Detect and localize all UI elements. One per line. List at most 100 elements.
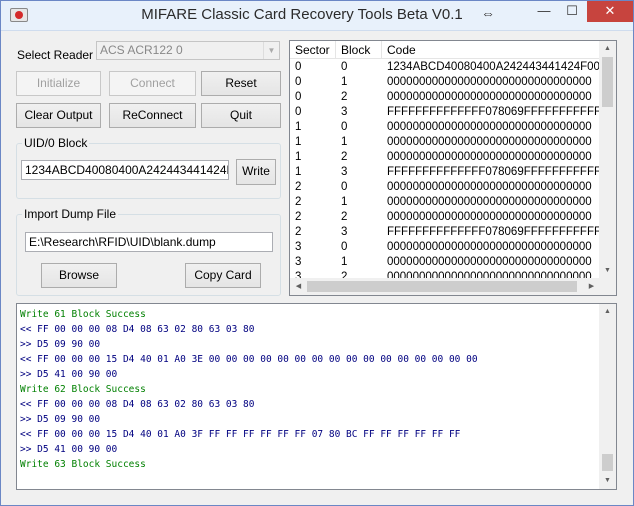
output-vertical-scrollbar[interactable]: ▲ ▼ — [599, 304, 616, 489]
write-button[interactable]: Write — [236, 159, 276, 185]
close-button[interactable]: ✕ — [587, 1, 633, 22]
table-row[interactable]: 2 0 00000000000000000000000000000000 — [290, 180, 600, 195]
chevron-down-icon[interactable]: ▼ — [263, 42, 279, 59]
table-row[interactable]: 0 0 1234ABCD40080400A242443441424F00 — [290, 60, 600, 75]
cell-block: 1 — [341, 76, 348, 88]
scroll-thumb[interactable] — [602, 57, 613, 107]
title-bar: MIFARE Classic Card Recovery Tools Beta … — [1, 1, 633, 31]
copy-card-button[interactable]: Copy Card — [185, 263, 261, 288]
log-line: >> D5 09 90 00 — [20, 414, 101, 425]
scroll-down-icon[interactable]: ▼ — [599, 263, 616, 279]
minimize-button[interactable]: — — [531, 1, 557, 22]
cell-code: 00000000000000000000000000000000 — [387, 181, 592, 193]
scrollbar-corner — [599, 278, 616, 295]
resize-icon[interactable]: ⇔ — [481, 5, 495, 21]
cell-sector: 3 — [295, 241, 302, 253]
table-vertical-scrollbar[interactable]: ▲ ▼ — [599, 41, 616, 279]
table-row[interactable]: 0 2 00000000000000000000000000000000 — [290, 90, 600, 105]
column-header-sector[interactable]: Sector — [290, 41, 336, 59]
cell-sector: 0 — [295, 91, 302, 103]
cell-block: 2 — [341, 211, 348, 223]
cell-block: 1 — [341, 256, 348, 268]
log-line: Write 63 Block Success — [20, 459, 146, 470]
cell-sector: 2 — [295, 211, 302, 223]
table-row[interactable]: 0 3 FFFFFFFFFFFFFF078069FFFFFFFFFFFF — [290, 105, 608, 120]
cell-sector: 2 — [295, 196, 302, 208]
cell-code: 00000000000000000000000000000000 — [387, 196, 592, 208]
table-row[interactable]: 2 1 00000000000000000000000000000000 — [290, 195, 600, 210]
scroll-right-icon[interactable]: ▶ — [583, 278, 600, 295]
table-row[interactable]: 0 1 00000000000000000000000000000000 — [290, 75, 600, 90]
scroll-up-icon[interactable]: ▲ — [599, 304, 616, 320]
dump-path-input[interactable]: E:\Research\RFID\UID\blank.dump — [25, 232, 273, 252]
column-header-block[interactable]: Block — [336, 41, 382, 59]
cell-block: 2 — [341, 151, 348, 163]
dump-group-title: Import Dump File — [22, 207, 119, 221]
cell-code: FFFFFFFFFFFFFF078069FFFFFFFFFFFF — [387, 166, 609, 178]
column-header-code[interactable]: Code — [382, 41, 600, 59]
table-row[interactable]: 2 2 00000000000000000000000000000000 — [290, 210, 600, 225]
scroll-up-icon[interactable]: ▲ — [599, 41, 616, 57]
connect-button[interactable]: Connect — [109, 71, 196, 96]
log-line: << FF 00 00 00 15 D4 40 01 A0 3E 00 00 0… — [20, 354, 478, 365]
cell-code: 00000000000000000000000000000000 — [387, 241, 592, 253]
cell-code: 00000000000000000000000000000000 — [387, 256, 592, 268]
reader-select-value: ACS ACR122 0 — [100, 43, 183, 57]
table-header: Sector Block Code — [290, 41, 600, 59]
reset-button[interactable]: Reset — [201, 71, 281, 96]
log-line: Write 62 Block Success — [20, 384, 146, 395]
app-window: MIFARE Classic Card Recovery Tools Beta … — [0, 0, 634, 506]
cell-block: 2 — [341, 91, 348, 103]
log-line: Write 61 Block Success — [20, 309, 146, 320]
cell-block: 1 — [341, 136, 348, 148]
table-row[interactable]: 1 1 00000000000000000000000000000000 — [290, 135, 600, 150]
window-title-text: MIFARE Classic Card Recovery Tools Beta … — [141, 6, 463, 23]
maximize-button[interactable]: ☐ — [559, 1, 585, 22]
cell-block: 0 — [341, 181, 348, 193]
cell-code: 00000000000000000000000000000000 — [387, 121, 592, 133]
cell-block: 0 — [341, 61, 348, 73]
cell-code: 00000000000000000000000000000000 — [387, 151, 592, 163]
table-row[interactable]: 3 1 00000000000000000000000000000000 — [290, 255, 600, 270]
log-line: << FF 00 00 00 08 D4 08 63 02 80 63 03 8… — [20, 324, 255, 335]
cell-sector: 2 — [295, 226, 302, 238]
reader-select[interactable]: ACS ACR122 0 ▼ — [96, 41, 280, 60]
cell-sector: 1 — [295, 151, 302, 163]
cell-code: FFFFFFFFFFFFFF078069FFFFFFFFFFFF — [387, 226, 609, 238]
cell-block: 3 — [341, 166, 348, 178]
initialize-button[interactable]: Initialize — [16, 71, 101, 96]
block-table[interactable]: Sector Block Code 0 0 1234ABCD40080400A242… — [289, 40, 617, 296]
table-row[interactable]: 1 2 00000000000000000000000000000000 — [290, 150, 600, 165]
clear-output-button[interactable]: Clear Output — [16, 103, 101, 128]
cell-block: 3 — [341, 226, 348, 238]
log-line: >> D5 41 00 90 00 — [20, 444, 118, 455]
table-row[interactable]: 2 3 FFFFFFFFFFFFFF078069FFFFFFFFFFFF — [290, 225, 608, 240]
log-line: << FF 00 00 00 15 D4 40 01 A0 3F FF FF F… — [20, 429, 461, 440]
table-horizontal-scrollbar[interactable]: ◀ ▶ — [290, 278, 600, 295]
scroll-thumb[interactable] — [602, 454, 613, 471]
uid-input[interactable]: 1234ABCD40080400A242443441424F00 — [21, 160, 229, 180]
cell-code: 00000000000000000000000000000000 — [387, 91, 592, 103]
cell-sector: 0 — [295, 61, 302, 73]
reconnect-button[interactable]: ReConnect — [109, 103, 196, 128]
uid-group-title: UID/0 Block — [22, 136, 90, 150]
cell-sector: 1 — [295, 136, 302, 148]
table-row[interactable]: 1 0 00000000000000000000000000000000 — [290, 120, 600, 135]
cell-code: FFFFFFFFFFFFFF078069FFFFFFFFFFFF — [387, 106, 609, 118]
table-row[interactable]: 3 0 00000000000000000000000000000000 — [290, 240, 600, 255]
cell-code: 00000000000000000000000000000000 — [387, 76, 592, 88]
scroll-down-icon[interactable]: ▼ — [599, 473, 616, 489]
cell-sector: 2 — [295, 181, 302, 193]
cell-code: 00000000000000000000000000000000 — [387, 136, 592, 148]
cell-sector: 1 — [295, 166, 302, 178]
browse-button[interactable]: Browse — [41, 263, 117, 288]
cell-sector: 0 — [295, 106, 302, 118]
table-row[interactable]: 1 3 FFFFFFFFFFFFFF078069FFFFFFFFFFFF — [290, 165, 608, 180]
log-line: >> D5 41 00 90 00 — [20, 369, 118, 380]
scroll-left-icon[interactable]: ◀ — [290, 278, 307, 295]
quit-button[interactable]: Quit — [201, 103, 281, 128]
output-log[interactable]: Write 61 Block Success << FF 00 00 00 08 … — [16, 303, 617, 490]
cell-sector: 3 — [295, 256, 302, 268]
cell-sector: 1 — [295, 121, 302, 133]
scroll-thumb[interactable] — [307, 281, 577, 292]
